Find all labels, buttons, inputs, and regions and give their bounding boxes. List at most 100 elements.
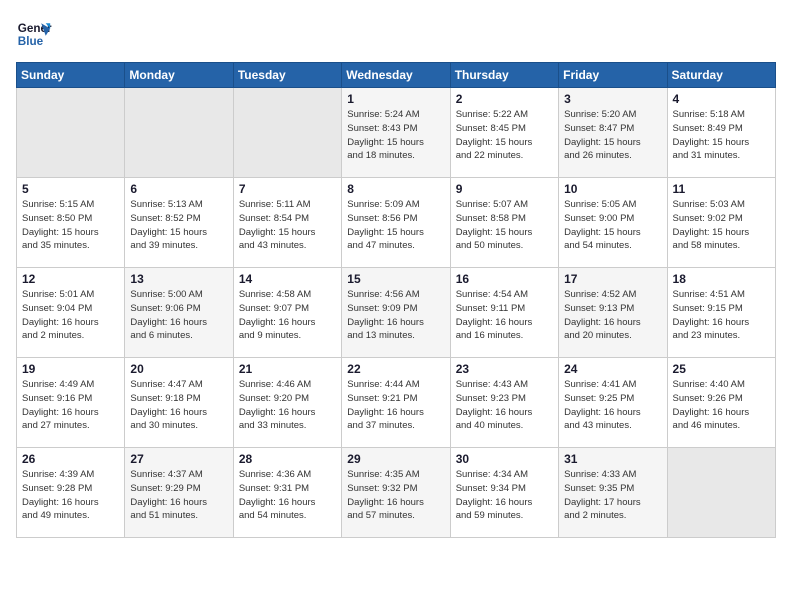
cell-info: Sunrise: 4:43 AM Sunset: 9:23 PM Dayligh… [456, 378, 553, 433]
cell-info: Sunrise: 5:01 AM Sunset: 9:04 PM Dayligh… [22, 288, 119, 343]
cell-info: Sunrise: 5:20 AM Sunset: 8:47 PM Dayligh… [564, 108, 661, 163]
cell-info: Sunrise: 4:47 AM Sunset: 9:18 PM Dayligh… [130, 378, 227, 433]
page-header: General Blue [16, 16, 776, 52]
day-number: 17 [564, 272, 661, 286]
cell-info: Sunrise: 4:41 AM Sunset: 9:25 PM Dayligh… [564, 378, 661, 433]
calendar-cell: 7 Sunrise: 5:11 AM Sunset: 8:54 PM Daylig… [233, 178, 341, 268]
day-number: 22 [347, 362, 444, 376]
calendar-cell: 12 Sunrise: 5:01 AM Sunset: 9:04 PM Dayli… [17, 268, 125, 358]
cell-info: Sunrise: 4:34 AM Sunset: 9:34 PM Dayligh… [456, 468, 553, 523]
day-number: 11 [673, 182, 770, 196]
calendar-cell [233, 88, 341, 178]
day-number: 21 [239, 362, 336, 376]
calendar-cell: 17 Sunrise: 4:52 AM Sunset: 9:13 PM Dayli… [559, 268, 667, 358]
cell-info: Sunrise: 5:13 AM Sunset: 8:52 PM Dayligh… [130, 198, 227, 253]
day-number: 27 [130, 452, 227, 466]
calendar-cell: 29Sunrise: 4:35 AM Sunset: 9:32 PM Dayli… [342, 448, 450, 538]
calendar-cell: 26 Sunrise: 4:39 AM Sunset: 9:28 PM Dayli… [17, 448, 125, 538]
calendar-cell: 5 Sunrise: 5:15 AM Sunset: 8:50 PM Daylig… [17, 178, 125, 268]
calendar-week-row: 26 Sunrise: 4:39 AM Sunset: 9:28 PM Dayli… [17, 448, 776, 538]
calendar-cell: 2 Sunrise: 5:22 AM Sunset: 8:45 PM Daylig… [450, 88, 558, 178]
cell-info: Sunrise: 5:15 AM Sunset: 8:50 PM Dayligh… [22, 198, 119, 253]
weekday-header-row: SundayMondayTuesdayWednesdayThursdayFrid… [17, 63, 776, 88]
cell-info: Sunrise: 4:36 AM Sunset: 9:31 PM Dayligh… [239, 468, 336, 523]
day-number: 2 [456, 92, 553, 106]
day-number: 25 [673, 362, 770, 376]
weekday-header-friday: Friday [559, 63, 667, 88]
calendar-cell: 8Sunrise: 5:09 AM Sunset: 8:56 PM Daylig… [342, 178, 450, 268]
day-number: 7 [239, 182, 336, 196]
calendar-cell: 15 Sunrise: 4:56 AM Sunset: 9:09 PM Dayli… [342, 268, 450, 358]
calendar-cell: 25 Sunrise: 4:40 AM Sunset: 9:26 PM Dayli… [667, 358, 775, 448]
calendar-week-row: 19 Sunrise: 4:49 AM Sunset: 9:16 PM Dayli… [17, 358, 776, 448]
weekday-header-tuesday: Tuesday [233, 63, 341, 88]
day-number: 6 [130, 182, 227, 196]
day-number: 13 [130, 272, 227, 286]
calendar-cell: 23 Sunrise: 4:43 AM Sunset: 9:23 PM Dayli… [450, 358, 558, 448]
cell-info: Sunrise: 5:00 AM Sunset: 9:06 PM Dayligh… [130, 288, 227, 343]
day-number: 3 [564, 92, 661, 106]
cell-info: Sunrise: 5:07 AM Sunset: 8:58 PM Dayligh… [456, 198, 553, 253]
calendar-cell: 9 Sunrise: 5:07 AM Sunset: 8:58 PM Daylig… [450, 178, 558, 268]
calendar-cell: 19 Sunrise: 4:49 AM Sunset: 9:16 PM Dayli… [17, 358, 125, 448]
calendar-cell: 21 Sunrise: 4:46 AM Sunset: 9:20 PM Dayli… [233, 358, 341, 448]
calendar-cell [667, 448, 775, 538]
calendar-cell [17, 88, 125, 178]
cell-info: Sunrise: 5:24 AM Sunset: 8:43 PM Dayligh… [347, 108, 444, 163]
cell-info: Sunrise: 4:49 AM Sunset: 9:16 PM Dayligh… [22, 378, 119, 433]
day-number: 9 [456, 182, 553, 196]
cell-info: Sunrise: 4:52 AM Sunset: 9:13 PM Dayligh… [564, 288, 661, 343]
day-number: 10 [564, 182, 661, 196]
cell-info: Sunrise: 4:40 AM Sunset: 9:26 PM Dayligh… [673, 378, 770, 433]
day-number: 15 [347, 272, 444, 286]
calendar-cell: 6 Sunrise: 5:13 AM Sunset: 8:52 PM Daylig… [125, 178, 233, 268]
day-number: 14 [239, 272, 336, 286]
calendar-cell: 11 Sunrise: 5:03 AM Sunset: 9:02 PM Dayli… [667, 178, 775, 268]
calendar-cell: 24 Sunrise: 4:41 AM Sunset: 9:25 PM Dayli… [559, 358, 667, 448]
cell-info: Sunrise: 5:22 AM Sunset: 8:45 PM Dayligh… [456, 108, 553, 163]
svg-text:Blue: Blue [18, 35, 44, 48]
weekday-header-monday: Monday [125, 63, 233, 88]
calendar-cell [125, 88, 233, 178]
cell-info: Sunrise: 4:37 AM Sunset: 9:29 PM Dayligh… [130, 468, 227, 523]
calendar-cell: 27 Sunrise: 4:37 AM Sunset: 9:29 PM Dayli… [125, 448, 233, 538]
logo: General Blue [16, 16, 52, 52]
calendar-header: SundayMondayTuesdayWednesdayThursdayFrid… [17, 63, 776, 88]
calendar-cell: 1Sunrise: 5:24 AM Sunset: 8:43 PM Daylig… [342, 88, 450, 178]
day-number: 28 [239, 452, 336, 466]
day-number: 31 [564, 452, 661, 466]
day-number: 16 [456, 272, 553, 286]
calendar-cell: 13 Sunrise: 5:00 AM Sunset: 9:06 PM Dayli… [125, 268, 233, 358]
cell-info: Sunrise: 5:11 AM Sunset: 8:54 PM Dayligh… [239, 198, 336, 253]
day-number: 19 [22, 362, 119, 376]
cell-info: Sunrise: 4:44 AM Sunset: 9:21 PM Dayligh… [347, 378, 444, 433]
day-number: 26 [22, 452, 119, 466]
calendar-cell: 3 Sunrise: 5:20 AM Sunset: 8:47 PM Daylig… [559, 88, 667, 178]
calendar-cell: 4Sunrise: 5:18 AM Sunset: 8:49 PM Daylig… [667, 88, 775, 178]
day-number: 5 [22, 182, 119, 196]
weekday-header-wednesday: Wednesday [342, 63, 450, 88]
calendar-body: 1Sunrise: 5:24 AM Sunset: 8:43 PM Daylig… [17, 88, 776, 538]
cell-info: Sunrise: 4:58 AM Sunset: 9:07 PM Dayligh… [239, 288, 336, 343]
calendar-week-row: 1Sunrise: 5:24 AM Sunset: 8:43 PM Daylig… [17, 88, 776, 178]
day-number: 23 [456, 362, 553, 376]
cell-info: Sunrise: 5:18 AM Sunset: 8:49 PM Dayligh… [673, 108, 770, 163]
cell-info: Sunrise: 4:51 AM Sunset: 9:15 PM Dayligh… [673, 288, 770, 343]
cell-info: Sunrise: 4:39 AM Sunset: 9:28 PM Dayligh… [22, 468, 119, 523]
day-number: 29 [347, 452, 444, 466]
calendar-cell: 20 Sunrise: 4:47 AM Sunset: 9:18 PM Dayli… [125, 358, 233, 448]
calendar-cell: 28 Sunrise: 4:36 AM Sunset: 9:31 PM Dayli… [233, 448, 341, 538]
calendar-cell: 10Sunrise: 5:05 AM Sunset: 9:00 PM Dayli… [559, 178, 667, 268]
cell-info: Sunrise: 4:33 AM Sunset: 9:35 PM Dayligh… [564, 468, 661, 523]
calendar-cell: 22 Sunrise: 4:44 AM Sunset: 9:21 PM Dayli… [342, 358, 450, 448]
cell-info: Sunrise: 5:03 AM Sunset: 9:02 PM Dayligh… [673, 198, 770, 253]
cell-info: Sunrise: 4:46 AM Sunset: 9:20 PM Dayligh… [239, 378, 336, 433]
day-number: 18 [673, 272, 770, 286]
calendar-week-row: 12 Sunrise: 5:01 AM Sunset: 9:04 PM Dayli… [17, 268, 776, 358]
cell-info: Sunrise: 4:56 AM Sunset: 9:09 PM Dayligh… [347, 288, 444, 343]
day-number: 20 [130, 362, 227, 376]
day-number: 24 [564, 362, 661, 376]
calendar-cell: 30Sunrise: 4:34 AM Sunset: 9:34 PM Dayli… [450, 448, 558, 538]
day-number: 12 [22, 272, 119, 286]
calendar-cell: 18 Sunrise: 4:51 AM Sunset: 9:15 PM Dayli… [667, 268, 775, 358]
